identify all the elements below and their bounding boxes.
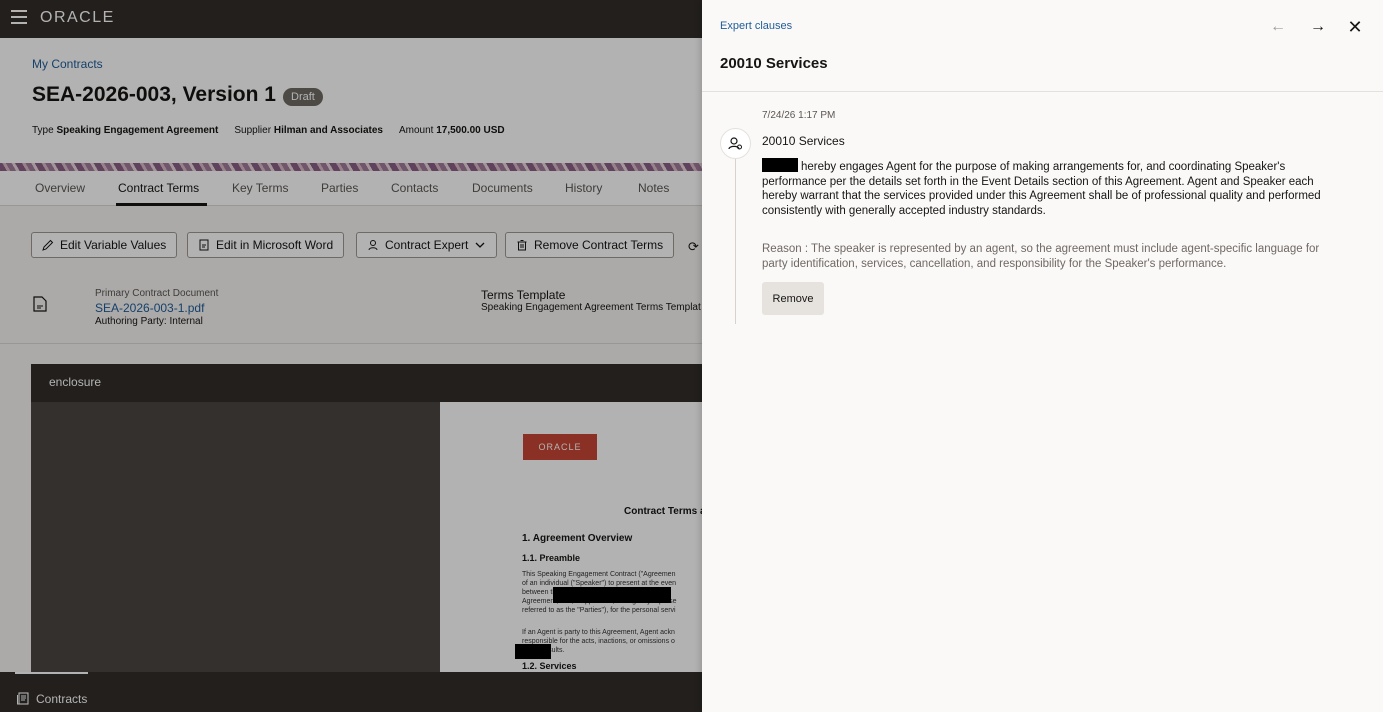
arrow-left-icon[interactable]: ← — [1269, 18, 1287, 36]
clause-body: hereby engages Agent for the purpose of … — [762, 158, 1332, 218]
expert-clauses-drawer: Expert clauses 20010 Services ← → ✕ 7/24… — [702, 0, 1383, 712]
expert-avatar — [720, 128, 751, 159]
arrow-right-icon[interactable]: → — [1309, 18, 1327, 36]
drawer-header: Expert clauses 20010 Services ← → ✕ — [702, 0, 1383, 92]
close-icon[interactable]: ✕ — [1346, 18, 1364, 36]
remove-clause-button[interactable]: Remove — [762, 282, 824, 315]
expert-icon — [728, 137, 742, 150]
modal-scrim[interactable] — [0, 0, 702, 712]
clause-reason: Reason : The speaker is represented by a… — [762, 243, 1320, 270]
clause-title: 20010 Services — [762, 134, 845, 148]
clause-timestamp: 7/24/26 1:17 PM — [762, 110, 836, 121]
redaction-block — [762, 158, 798, 172]
clause-text: hereby engages Agent for the purpose of … — [762, 161, 1321, 217]
drawer-subtitle: Expert clauses — [720, 20, 793, 32]
timeline-line — [735, 156, 736, 324]
drawer-title: 20010 Services — [720, 55, 828, 72]
